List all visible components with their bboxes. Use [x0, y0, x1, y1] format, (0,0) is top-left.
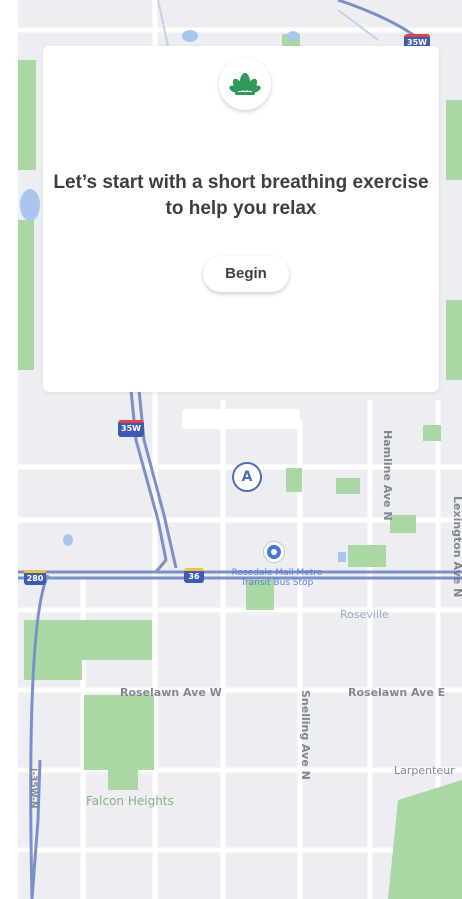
street-label-roselawn-w: Roselawn Ave W	[120, 686, 222, 699]
phone-screen: Hamline Ave N Lexington Ave N Snelling A…	[18, 0, 462, 899]
street-label-hamline: Hamline Ave N	[381, 430, 394, 521]
street-label-snelling: Snelling Ave N	[299, 690, 312, 780]
destination-marker-a[interactable]: A	[232, 462, 262, 492]
begin-button[interactable]: Begin	[203, 256, 289, 292]
transit-stop-pin-icon[interactable]	[264, 542, 284, 562]
street-label-lexington: Lexington Ave N	[451, 496, 462, 597]
lotus-icon	[219, 58, 271, 110]
sheet-drag-handle[interactable]	[182, 409, 300, 429]
breathing-exercise-message: Let’s start with a short breathing exerc…	[53, 172, 429, 219]
street-label-larpenteur: Larpenteur	[394, 764, 455, 777]
street-label-i35w: I-35W-N	[28, 768, 38, 809]
highway-shield-280: 280	[24, 570, 46, 585]
highway-shield-i35w-mid: 35W	[118, 420, 144, 437]
pin-dot	[271, 549, 277, 555]
highway-shield-36: 36	[184, 568, 204, 583]
place-label-roseville: Roseville	[340, 608, 389, 621]
place-label-transit-stop[interactable]: Rosedale Mall Metro Transit Bus Stop	[230, 568, 324, 588]
place-label-falcon-heights: Falcon Heights	[86, 794, 174, 808]
street-label-roselawn-e: Roselawn Ave E	[348, 686, 446, 699]
breathing-prompt-card: Let’s start with a short breathing exerc…	[43, 46, 439, 392]
